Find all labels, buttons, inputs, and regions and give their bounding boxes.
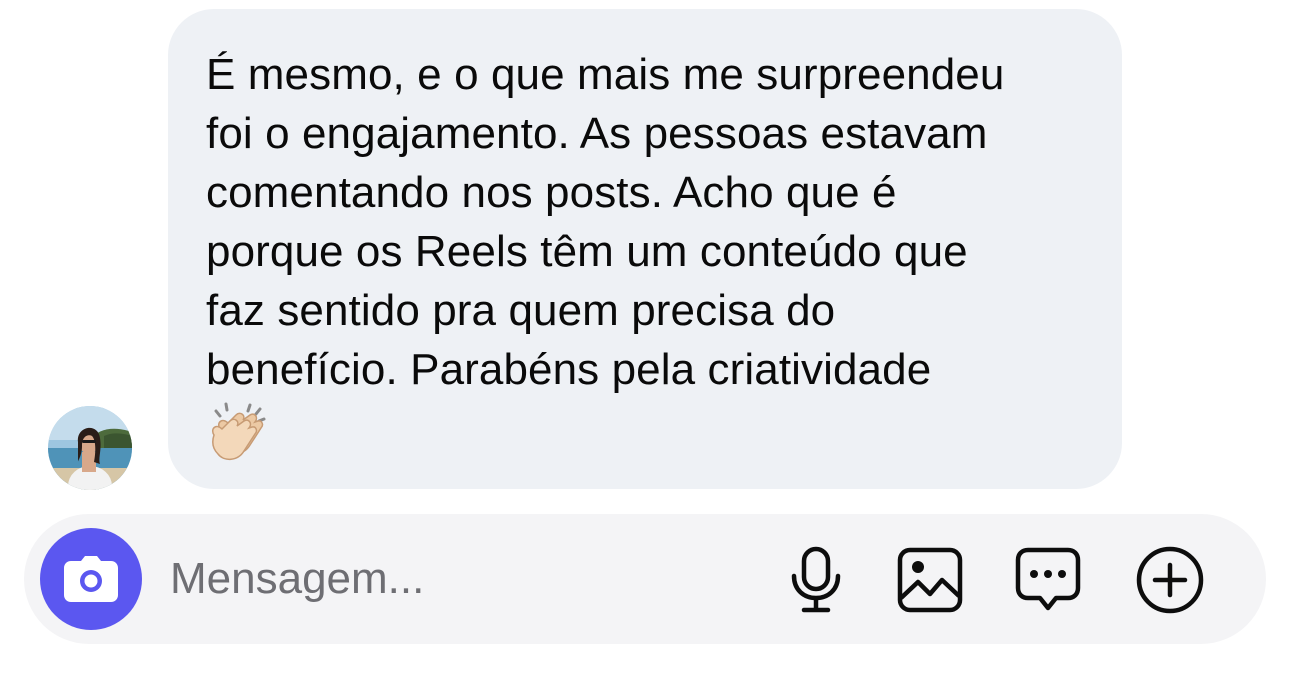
incoming-message-row: É mesmo, e o que mais me surpreendeu foi…: [0, 0, 1290, 500]
clapping-hands-emoji-icon: [211, 402, 266, 460]
camera-icon: [64, 556, 118, 602]
voice-message-button[interactable]: [780, 544, 852, 616]
message-text: É mesmo, e o que mais me surpreendeu foi…: [206, 50, 1005, 394]
sender-avatar[interactable]: [48, 406, 132, 490]
gallery-button[interactable]: [894, 544, 966, 616]
sticker-button[interactable]: [1012, 544, 1084, 616]
incoming-message-bubble[interactable]: É mesmo, e o que mais me surpreendeu foi…: [168, 9, 1122, 489]
avatar-photo: [48, 406, 132, 490]
dm-thread-screen: É mesmo, e o que mais me surpreendeu foi…: [0, 0, 1290, 674]
message-composer: [24, 514, 1266, 644]
image-icon: [897, 547, 963, 613]
sticker-icon: [1015, 547, 1081, 611]
microphone-icon: [791, 546, 841, 613]
add-icon: [1136, 546, 1204, 614]
message-input[interactable]: [170, 544, 730, 614]
camera-button[interactable]: [40, 528, 142, 630]
more-options-button[interactable]: [1134, 544, 1206, 616]
